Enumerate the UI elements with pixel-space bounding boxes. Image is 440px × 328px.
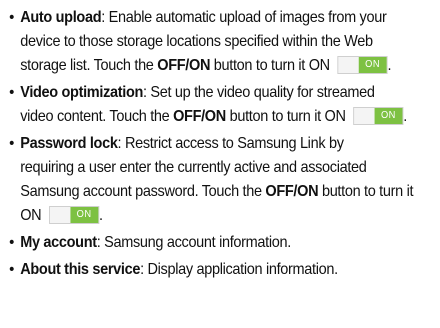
line: My account: Samsung account information. bbox=[20, 231, 440, 255]
toggle-knob: ON bbox=[70, 207, 99, 223]
description-text: button to turn it ON bbox=[210, 57, 334, 74]
off-on-keyword: OFF/ON bbox=[265, 183, 319, 200]
bullet: • bbox=[9, 84, 14, 101]
line: About this service: Display application … bbox=[20, 258, 440, 282]
term-password-lock: Password lock bbox=[20, 135, 118, 152]
line: Video optimization: Set up the video qua… bbox=[20, 81, 440, 105]
description-text: device to those storage locations specif… bbox=[20, 33, 373, 50]
off-on-keyword: OFF/ON bbox=[157, 57, 211, 74]
on-toggle-icon: ON bbox=[337, 56, 388, 74]
bullet: • bbox=[9, 234, 14, 251]
description-text: storage list. Touch the bbox=[20, 57, 158, 74]
line: Password lock: Restrict access to Samsun… bbox=[20, 132, 440, 156]
toggle-knob: ON bbox=[358, 57, 387, 73]
line: storage list. Touch the OFF/ON button to… bbox=[20, 54, 440, 78]
description-text: requiring a user enter the currently act… bbox=[20, 159, 367, 176]
list-item-password-lock: • Password lock: Restrict access to Sams… bbox=[9, 132, 440, 228]
bullet: • bbox=[9, 261, 14, 278]
line: Samsung account password. Touch the OFF/… bbox=[20, 180, 440, 204]
description-text: : Enable automatic upload of images from… bbox=[101, 9, 387, 26]
line: video content. Touch the OFF/ON button t… bbox=[20, 105, 440, 129]
line: requiring a user enter the currently act… bbox=[20, 156, 440, 180]
bullet: • bbox=[9, 9, 14, 26]
list-item-my-account: • My account: Samsung account informatio… bbox=[9, 231, 440, 255]
description-text: button to turn it bbox=[318, 183, 414, 200]
settings-description-page: • Auto upload: Enable automatic upload o… bbox=[0, 0, 440, 328]
bullet: • bbox=[9, 135, 14, 152]
on-toggle-icon: ON bbox=[353, 107, 404, 125]
description-text: Samsung account password. Touch the bbox=[20, 183, 266, 200]
term-my-account: My account bbox=[20, 234, 97, 251]
term-auto-upload: Auto upload bbox=[20, 9, 102, 26]
term-video-optimization: Video optimization bbox=[20, 84, 144, 101]
period: . bbox=[403, 108, 407, 125]
off-on-keyword: OFF/ON bbox=[173, 108, 226, 125]
line: device to those storage locations specif… bbox=[20, 30, 440, 54]
list-item-auto-upload: • Auto upload: Enable automatic upload o… bbox=[9, 6, 440, 78]
description-text: button to turn it ON bbox=[225, 108, 350, 125]
term-about-this-service: About this service bbox=[20, 261, 141, 278]
toggle-knob: ON bbox=[374, 108, 403, 124]
on-toggle-icon: ON bbox=[48, 206, 99, 224]
line: ON ON. bbox=[20, 204, 440, 228]
description-text: video content. Touch the bbox=[20, 108, 174, 125]
description-text: ON bbox=[20, 207, 46, 224]
description-text: : Set up the video quality for streamed bbox=[143, 84, 375, 101]
period: . bbox=[387, 57, 392, 74]
period: . bbox=[98, 207, 103, 224]
description-text: : Restrict access to Samsung Link by bbox=[117, 135, 344, 152]
description-text: : Display application information. bbox=[140, 261, 338, 278]
list-item-video-optimization: • Video optimization: Set up the video q… bbox=[9, 81, 440, 129]
list-item-about-this-service: • About this service: Display applicatio… bbox=[9, 258, 440, 282]
description-text: : Samsung account information. bbox=[96, 234, 292, 251]
line: Auto upload: Enable automatic upload of … bbox=[20, 6, 440, 30]
